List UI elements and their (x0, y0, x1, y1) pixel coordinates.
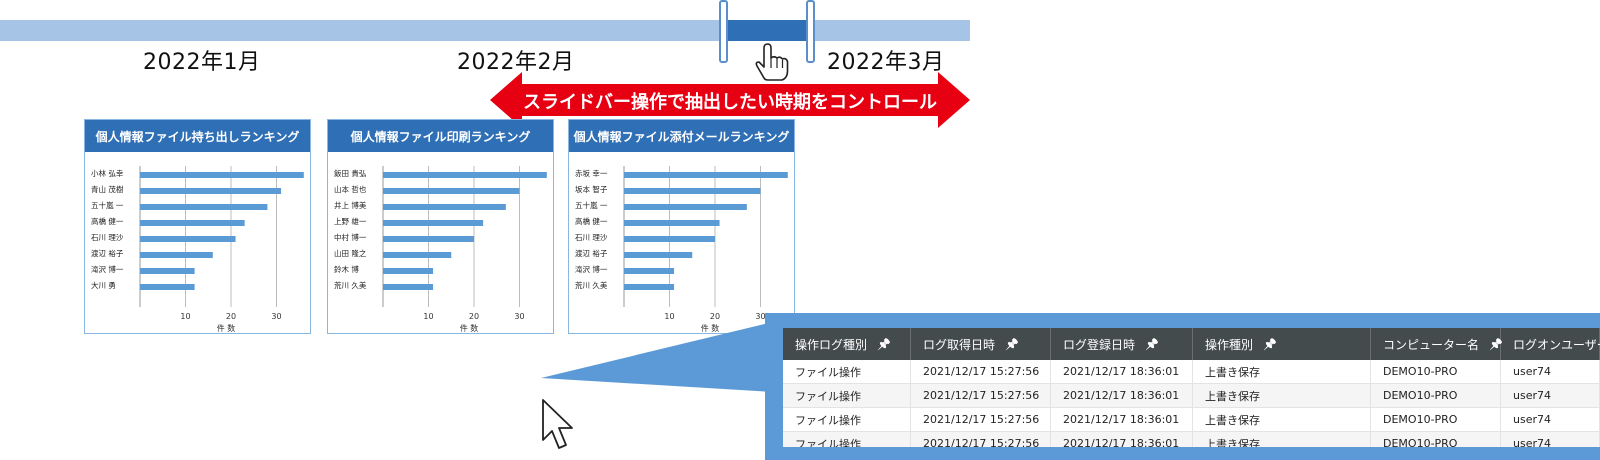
table-cell: 2021/12/17 15:27:56 (911, 384, 1051, 407)
table-cell: ファイル操作 (783, 384, 911, 407)
table-cell: user74 (1501, 384, 1600, 407)
table-cell: 2021/12/17 18:36:01 (1051, 432, 1193, 447)
table-cell: 2021/12/17 18:36:01 (1051, 360, 1193, 383)
table-cell: 2021/12/17 15:27:56 (911, 360, 1051, 383)
screen: 2022年1月 2022年2月 2022年3月 スライドバー操作で抽出したい時期… (0, 0, 1600, 460)
log-grid: 操作ログ種別 📌 ログ取得日時 📌 ログ登録日時 📌 操作種別 📌 コンピューター名 📌 ログオンユ… (783, 328, 1600, 447)
table-row[interactable]: ファイル操作 2021/12/17 15:27:56 2021/12/17 18:3… (783, 384, 1600, 408)
column-header[interactable]: 操作ログ種別 📌 (783, 328, 911, 360)
column-header-label: コンピューター名 (1383, 337, 1480, 352)
grid-body: ファイル操作 2021/12/17 15:27:56 2021/12/17 18:3… (783, 360, 1600, 447)
column-header[interactable]: ログ登録日時 📌 (1051, 328, 1193, 360)
arrow-cursor-icon (542, 399, 573, 449)
column-header[interactable]: 操作種別 📌 (1193, 328, 1371, 360)
table-cell: user74 (1501, 360, 1600, 383)
column-header-label: 操作ログ種別 (795, 337, 868, 352)
table-cell: DEMO10-PRO (1371, 384, 1501, 407)
table-row[interactable]: ファイル操作 2021/12/17 15:27:56 2021/12/17 18:3… (783, 432, 1600, 447)
column-header-label: ログ取得日時 (923, 337, 996, 352)
table-cell: 上書き保存 (1193, 384, 1371, 407)
column-header-label: ログオンユーザー名 (1513, 337, 1600, 352)
table-cell: 2021/12/17 15:27:56 (911, 408, 1051, 431)
table-cell: 2021/12/17 18:36:01 (1051, 408, 1193, 431)
pin-icon[interactable]: 📌 (1263, 338, 1277, 351)
column-header-label: ログ登録日時 (1063, 337, 1136, 352)
table-cell: 上書き保存 (1193, 408, 1371, 431)
table-cell: DEMO10-PRO (1371, 360, 1501, 383)
column-header[interactable]: コンピューター名 📌 (1371, 328, 1503, 360)
table-cell: DEMO10-PRO (1371, 432, 1501, 447)
grid-header: 操作ログ種別 📌 ログ取得日時 📌 ログ登録日時 📌 操作種別 📌 コンピューター名 📌 ログオンユ… (783, 328, 1600, 360)
table-cell: ファイル操作 (783, 432, 911, 447)
table-cell: ファイル操作 (783, 408, 911, 431)
table-cell: 2021/12/17 18:36:01 (1051, 384, 1193, 407)
table-row[interactable]: ファイル操作 2021/12/17 15:27:56 2021/12/17 18:3… (783, 360, 1600, 384)
table-cell: ファイル操作 (783, 360, 911, 383)
table-cell: 上書き保存 (1193, 432, 1371, 447)
column-header[interactable]: ログ取得日時 📌 (911, 328, 1051, 360)
table-cell: user74 (1501, 432, 1600, 447)
table-row[interactable]: ファイル操作 2021/12/17 15:27:56 2021/12/17 18:3… (783, 408, 1600, 432)
column-header-label: 操作種別 (1205, 337, 1254, 352)
table-cell: user74 (1501, 408, 1600, 431)
table-cell: DEMO10-PRO (1371, 408, 1501, 431)
column-header[interactable]: ログオンユーザー名 (1501, 328, 1600, 360)
pin-icon[interactable]: 📌 (877, 338, 891, 351)
pin-icon[interactable]: 📌 (1489, 338, 1503, 351)
table-cell: 2021/12/17 15:27:56 (911, 432, 1051, 447)
pin-icon[interactable]: 📌 (1145, 338, 1159, 351)
table-cell: 上書き保存 (1193, 360, 1371, 383)
pin-icon[interactable]: 📌 (1005, 338, 1019, 351)
